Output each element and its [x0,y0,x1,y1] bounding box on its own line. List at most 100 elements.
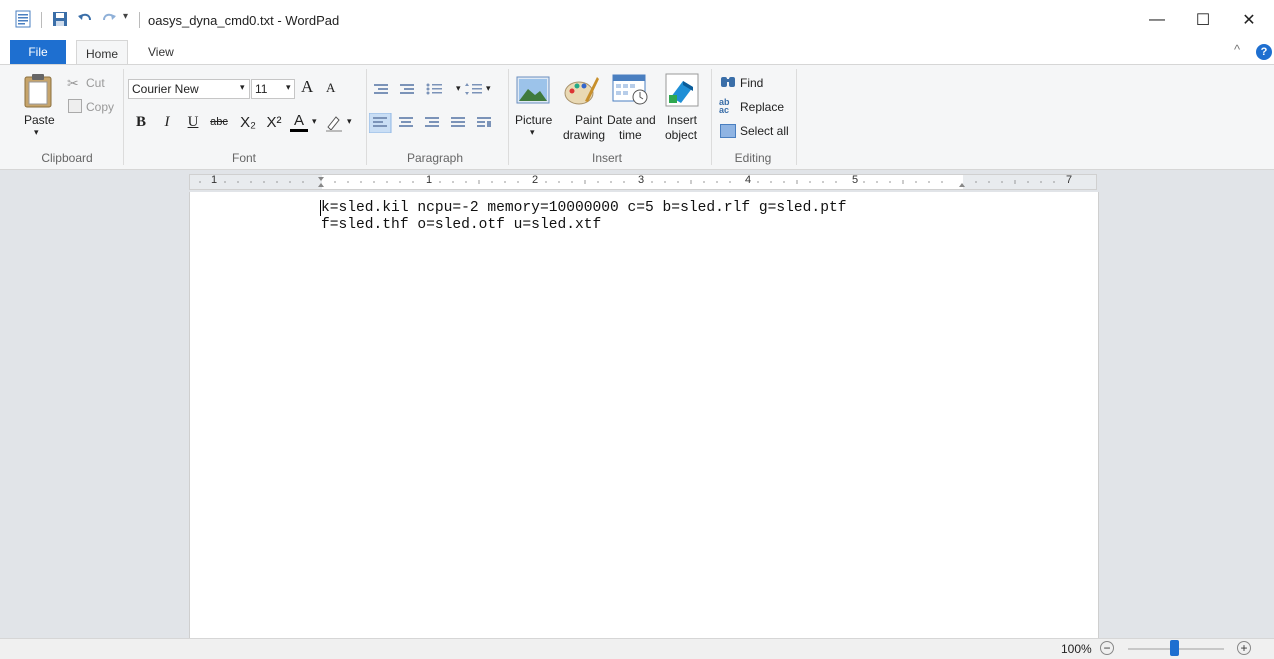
paint-drawing-button-line1[interactable]: Paint [575,113,602,127]
minimize-button[interactable]: — [1134,0,1180,40]
align-center-icon [399,117,413,127]
date-time-icon[interactable] [612,73,650,105]
tab-file[interactable]: File [10,40,66,64]
insert-object-button-line1[interactable]: Insert [667,113,697,127]
zoom-out-button[interactable]: − [1100,641,1114,655]
text-color-button[interactable]: A [290,111,308,132]
document-text[interactable]: k=sled.kil ncpu=-2 memory=10000000 c=5 b… [321,200,1001,234]
text-color-dropdown-icon[interactable]: ▾ [312,116,317,127]
bullets-dropdown-icon[interactable]: ▾ [456,83,461,94]
grow-font-icon[interactable]: A [301,77,313,97]
ruler-label: 4 [745,174,752,186]
right-indent-marker [959,183,965,187]
line-spacing-dropdown-icon[interactable]: ▾ [486,83,491,94]
font-group-label: Font [231,151,256,165]
superscript-button[interactable]: X² [262,111,286,133]
font-family-dropdown-icon[interactable]: ▾ [240,82,245,93]
ribbon-tab-row: File Home View ^ ? [0,40,1274,66]
cut-button[interactable]: Cut [86,76,105,90]
redo-icon[interactable] [100,10,118,28]
group-separator [796,69,797,165]
maximize-button[interactable]: ☐ [1180,0,1226,40]
paint-icon[interactable] [563,73,599,107]
highlight-icon[interactable] [324,113,344,133]
replace-icon: ab ac [719,97,730,115]
paragraph-group-label: Paragraph [406,151,464,165]
tab-view[interactable]: View [148,40,174,64]
zoom-level: 100% [1061,642,1092,656]
highlight-dropdown-icon[interactable]: ▾ [347,116,352,127]
undo-icon[interactable] [76,10,94,28]
ribbon: Paste ▾ ✂ Cut Copy Clipboard Courier New… [0,64,1274,170]
paragraph-dialog-icon [477,117,491,127]
maximize-icon: ☐ [1195,12,1211,29]
subscript-button[interactable]: X₂ [236,111,260,133]
justify-icon [451,117,465,127]
paste-button[interactable]: Paste [24,113,55,127]
paragraph-row2-icons [369,113,491,133]
find-icon [721,77,735,87]
wordpad-app-icon[interactable] [14,10,32,28]
close-button[interactable]: ✕ [1226,0,1272,40]
insert-group-label: Insert [591,151,622,165]
group-separator [508,69,509,165]
select-all-icon [720,124,736,138]
minus-icon: − [1103,641,1111,655]
cut-icon: ✂ [67,75,79,91]
paint-drawing-button-line2[interactable]: drawing [563,128,605,142]
italic-button[interactable]: I [158,111,176,133]
left-indent-marker [318,183,324,187]
ruler-label: 7 [1066,174,1073,186]
font-size-dropdown-icon[interactable]: ▾ [286,82,291,93]
picture-button[interactable]: Picture [515,113,552,127]
picture-icon[interactable] [516,75,550,105]
window-title: oasys_dyna_cmd0.txt - WordPad [148,13,340,28]
collapse-ribbon-icon[interactable]: ^ [1234,42,1240,57]
insert-object-icon[interactable] [665,73,699,107]
editing-group-label: Editing [734,151,772,165]
title-bar: ▾ oasys_dyna_cmd0.txt - WordPad — ☐ ✕ [0,0,1274,40]
title-separator [139,12,140,28]
paragraph-row1-icons [374,83,482,95]
group-separator [366,69,367,165]
select-all-button[interactable]: Select all [740,124,789,138]
line-spacing-icon [465,83,482,95]
qat-separator [41,12,42,28]
group-separator [711,69,712,165]
zoom-in-button[interactable]: + [1237,641,1251,655]
underline-button[interactable]: U [184,111,202,133]
paste-icon[interactable] [22,73,54,109]
ruler-label: 3 [638,174,645,186]
ruler-label: 1 [426,174,433,186]
paste-dropdown-icon[interactable]: ▾ [34,127,39,138]
replace-button[interactable]: Replace [740,100,784,114]
picture-dropdown-icon[interactable]: ▾ [530,127,535,138]
clipboard-group-label: Clipboard [41,151,93,165]
zoom-slider-thumb[interactable] [1170,640,1179,656]
minimize-icon: — [1149,11,1165,28]
find-button[interactable]: Find [740,76,763,90]
decrease-indent-icon [374,84,388,94]
insert-object-button-line2[interactable]: object [665,128,697,142]
date-time-button-line1[interactable]: Date and [607,113,656,127]
copy-button[interactable]: Copy [86,100,114,114]
date-time-button-line2[interactable]: time [619,128,642,142]
ruler-label: 2 [532,174,539,186]
first-line-indent-marker [318,177,324,181]
bold-button[interactable]: B [132,111,150,133]
text-caret [320,200,321,216]
close-icon: ✕ [1242,12,1256,29]
copy-icon [68,99,82,113]
shrink-font-icon[interactable]: A [326,80,335,96]
group-separator [123,69,124,165]
strikethrough-button[interactable]: abc [206,111,232,133]
bullets-icon [426,83,442,95]
qat-customize-icon[interactable]: ▾ [123,11,128,22]
ruler-label: 5 [852,174,859,186]
tab-home[interactable]: Home [76,40,128,66]
help-icon[interactable]: ? [1256,44,1272,60]
font-family-select[interactable]: Courier New [128,79,250,99]
ruler-label: 1 [211,174,218,186]
document-page[interactable] [189,192,1099,638]
save-icon[interactable] [51,10,69,28]
